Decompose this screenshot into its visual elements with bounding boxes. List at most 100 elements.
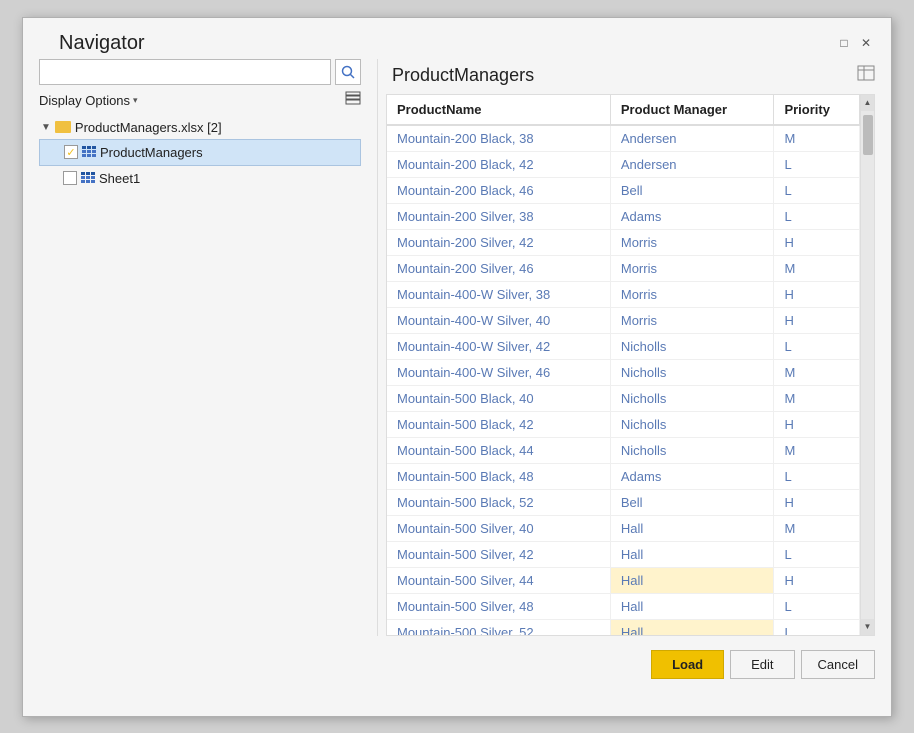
cell-product-name: Mountain-400-W Silver, 40 [387,307,610,333]
cell-priority: L [774,151,860,177]
cell-priority: H [774,567,860,593]
scrollbar[interactable]: ▲ ▼ [860,95,874,635]
cell-manager: Adams [610,203,774,229]
minimize-button[interactable]: □ [835,34,853,52]
preview-title-text: ProductManagers [392,65,534,86]
cell-priority: H [774,489,860,515]
cell-manager: Morris [610,307,774,333]
cell-product-name: Mountain-200 Silver, 42 [387,229,610,255]
scroll-down-button[interactable]: ▼ [861,619,875,635]
cell-product-name: Mountain-500 Black, 40 [387,385,610,411]
table-row: Mountain-500 Black, 40NichollsM [387,385,860,411]
search-icon[interactable] [335,59,361,85]
col-product-name: ProductName [387,95,610,125]
checkbox-sheet1[interactable] [63,171,77,185]
table-body: Mountain-200 Black, 38AndersenMMountain-… [387,125,860,635]
product-managers-label: ProductManagers [100,145,203,160]
tree-expand-arrow[interactable]: ▼ [41,122,51,133]
cell-priority: M [774,385,860,411]
preview-header: ProductManagers [386,59,875,94]
left-panel: Display Options ▾ ▼ ProductManag [39,59,369,636]
cell-manager: Nicholls [610,437,774,463]
vertical-divider [377,59,378,636]
cell-manager: Morris [610,255,774,281]
table-icon-sheet1 [81,172,95,184]
cell-manager: Andersen [610,151,774,177]
table-row: Mountain-200 Black, 38AndersenM [387,125,860,152]
table-row: Mountain-500 Black, 48AdamsL [387,463,860,489]
tree-item-sheet1[interactable]: Sheet1 [39,166,361,191]
table-row: Mountain-500 Black, 42NichollsH [387,411,860,437]
view-toggle-button[interactable] [345,91,361,110]
table-row: Mountain-400-W Silver, 42NichollsL [387,333,860,359]
file-name: ProductManagers.xlsx [2] [75,120,222,135]
cell-product-name: Mountain-500 Black, 52 [387,489,610,515]
cell-priority: M [774,515,860,541]
cell-manager: Adams [610,463,774,489]
table-row: Mountain-500 Silver, 52HallL [387,619,860,635]
cell-product-name: Mountain-400-W Silver, 38 [387,281,610,307]
display-options-label: Display Options [39,93,130,108]
cell-product-name: Mountain-200 Black, 42 [387,151,610,177]
cell-priority: M [774,255,860,281]
cell-product-name: Mountain-500 Silver, 40 [387,515,610,541]
cell-product-name: Mountain-500 Silver, 44 [387,567,610,593]
file-item: ▼ ProductManagers.xlsx [2] [39,116,361,139]
cell-priority: L [774,619,860,635]
table-row: Mountain-400-W Silver, 38MorrisH [387,281,860,307]
cell-manager: Morris [610,281,774,307]
cell-manager: Andersen [610,125,774,152]
table-row: Mountain-200 Silver, 46MorrisM [387,255,860,281]
cell-priority: L [774,463,860,489]
cell-product-name: Mountain-200 Black, 38 [387,125,610,152]
table-row: Mountain-500 Silver, 42HallL [387,541,860,567]
cell-product-name: Mountain-200 Silver, 38 [387,203,610,229]
cell-priority: H [774,307,860,333]
scroll-up-button[interactable]: ▲ [861,95,875,111]
cell-priority: M [774,437,860,463]
dialog-title: Navigator [59,32,145,55]
cell-manager: Hall [610,515,774,541]
scroll-track[interactable] [861,111,875,619]
table-row: Mountain-200 Silver, 38AdamsL [387,203,860,229]
edit-button[interactable]: Edit [730,650,794,679]
data-table: ProductName Product Manager Priority Mou… [387,95,860,635]
cell-manager: Bell [610,177,774,203]
sheet1-label: Sheet1 [99,171,140,186]
cell-priority: H [774,281,860,307]
table-icon-product-managers [82,146,96,158]
scroll-thumb[interactable] [863,115,873,155]
cell-product-name: Mountain-500 Black, 48 [387,463,610,489]
cell-priority: M [774,125,860,152]
table-row: Mountain-500 Black, 44NichollsM [387,437,860,463]
table-row: Mountain-500 Silver, 48HallL [387,593,860,619]
cell-product-name: Mountain-500 Silver, 48 [387,593,610,619]
cell-manager: Hall [610,567,774,593]
close-button[interactable]: ✕ [857,34,875,52]
tree-item-product-managers[interactable]: ✓ [39,139,361,166]
cell-priority: M [774,359,860,385]
cell-manager: Nicholls [610,385,774,411]
load-button[interactable]: Load [651,650,724,679]
table-row: Mountain-200 Silver, 42MorrisH [387,229,860,255]
cell-manager: Hall [610,541,774,567]
navigator-dialog: Navigator □ ✕ Display Options [22,17,892,717]
cell-manager: Nicholls [610,333,774,359]
cell-manager: Nicholls [610,411,774,437]
search-input[interactable] [39,59,331,85]
cell-priority: L [774,203,860,229]
table-row: Mountain-500 Silver, 40HallM [387,515,860,541]
title-bar-buttons: □ ✕ [835,34,875,52]
cancel-button[interactable]: Cancel [801,650,875,679]
cell-product-name: Mountain-500 Silver, 52 [387,619,610,635]
preview-icon-button[interactable] [857,65,875,86]
cell-priority: H [774,229,860,255]
checkbox-product-managers[interactable]: ✓ [64,145,78,159]
dialog-footer: Load Edit Cancel [23,636,891,693]
cell-manager: Bell [610,489,774,515]
display-options-button[interactable]: Display Options ▾ [39,93,138,108]
search-row [39,59,361,85]
folder-icon [55,121,71,133]
cell-manager: Nicholls [610,359,774,385]
cell-product-name: Mountain-400-W Silver, 46 [387,359,610,385]
